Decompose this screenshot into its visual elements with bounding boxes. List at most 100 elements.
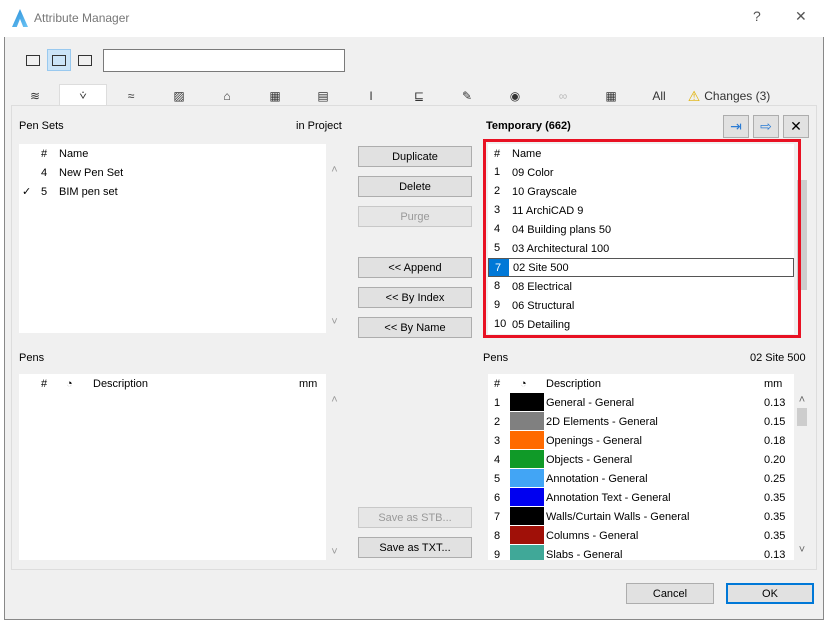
table-icon: ▦ (605, 89, 617, 103)
search-input[interactable] (103, 49, 345, 72)
view-right-button[interactable] (73, 49, 97, 71)
by-index-button[interactable]: << By Index (358, 287, 472, 308)
pen-row[interactable]: 1 General - General 0.13 (488, 393, 794, 412)
surface-icon: ⌂ (223, 89, 231, 103)
selected-set-label: 02 Site 500 (750, 352, 806, 364)
pen-color-swatch[interactable] (510, 412, 544, 430)
tab-all[interactable]: All (635, 86, 683, 106)
tab-building-material[interactable]: I (347, 86, 395, 106)
col-num: # (494, 377, 501, 390)
in-project-label: in Project (296, 120, 342, 132)
import-button[interactable]: ⇥ (723, 115, 749, 138)
pen-sets-scrollbar[interactable]: ˄ ˅ (326, 144, 343, 333)
pen-row[interactable]: 6 Annotation Text - General 0.35 (488, 488, 794, 507)
pen-color-swatch[interactable] (510, 469, 544, 487)
col-name[interactable]: Name (59, 148, 88, 160)
pen-icon: ⩒ (79, 88, 87, 102)
pen-color-swatch[interactable] (510, 545, 544, 560)
col-mm[interactable]: mm (764, 378, 782, 390)
tab-line-type[interactable]: ≈ (107, 86, 155, 106)
pen-num: 9 (494, 548, 501, 561)
tab-layers[interactable]: ≋ (11, 86, 59, 106)
fill-icon: ▨ (173, 89, 185, 103)
pen-row[interactable]: 5 Annotation - General 0.25 (488, 469, 794, 488)
pen-row[interactable]: 9 Slabs - General 0.13 (488, 545, 794, 560)
tab-table[interactable]: ▦ (587, 86, 635, 106)
tab-mep[interactable]: ◉ (491, 86, 539, 106)
col-num: # (41, 377, 48, 390)
tab-markup[interactable]: ✎ (443, 86, 491, 106)
profile-icon: ▤ (317, 89, 329, 103)
pen-color-swatch[interactable] (510, 450, 544, 468)
save-stb-button[interactable]: Save as STB... (358, 507, 472, 528)
pen-color-swatch[interactable] (510, 507, 544, 525)
pen-color-swatch[interactable] (510, 393, 544, 411)
temporary-pens-list[interactable]: # ◔ Description mm 1 General - General 0.1… (488, 374, 794, 560)
right-view-icon (78, 54, 92, 66)
pens-scrollbar-right[interactable]: ˄ ˅ (794, 374, 810, 560)
view-left-button[interactable] (21, 49, 45, 71)
delete-button[interactable]: Delete (358, 176, 472, 197)
pen-set-name: BIM pen set (59, 185, 118, 198)
ok-button[interactable]: OK (726, 583, 814, 604)
project-pens-list[interactable]: # ◔ Description mm (19, 374, 326, 560)
tab-link[interactable]: ∞ (539, 86, 587, 106)
pen-description: Openings - General (546, 434, 642, 447)
help-button[interactable]: ? (753, 8, 761, 24)
pen-color-swatch[interactable] (510, 526, 544, 544)
export-button[interactable]: ⇨ (753, 115, 779, 138)
by-name-button[interactable]: << By Name (358, 317, 472, 338)
pens-scrollbar[interactable]: ˄ ˅ (326, 374, 343, 560)
window-title: Attribute Manager (34, 11, 130, 25)
pen-row[interactable]: 7 Walls/Curtain Walls - General 0.35 (488, 507, 794, 526)
pen-width: 0.25 (764, 472, 786, 485)
view-both-button[interactable] (47, 49, 71, 71)
col-description[interactable]: Description (93, 378, 148, 390)
pen-color-swatch[interactable] (510, 431, 544, 449)
col-mm[interactable]: mm (299, 378, 317, 390)
composite-icon: ▦ (269, 89, 281, 103)
col-description[interactable]: Description (546, 378, 601, 390)
pen-width: 0.35 (764, 510, 786, 523)
tab-zone[interactable]: ⊑ (395, 86, 443, 106)
pen-row[interactable]: 3 Openings - General 0.18 (488, 431, 794, 450)
tab-fill[interactable]: ▨ (155, 86, 203, 106)
tab-pen[interactable]: ⩒ (59, 84, 107, 106)
pen-row[interactable]: 8 Columns - General 0.35 (488, 526, 794, 545)
close-file-button[interactable]: ✕ (783, 115, 809, 138)
tab-surface[interactable]: ⌂ (203, 86, 251, 106)
export-icon: ⇨ (760, 118, 772, 134)
pen-width: 0.13 (764, 396, 786, 409)
pen-color-swatch[interactable] (510, 488, 544, 506)
pen-num: 5 (494, 472, 501, 485)
purge-button[interactable]: Purge (358, 206, 472, 227)
zone-icon: ⊑ (413, 89, 425, 103)
duplicate-button[interactable]: Duplicate (358, 146, 472, 167)
color-wheel-icon: ◔ (520, 377, 527, 390)
markup-icon: ✎ (461, 89, 473, 103)
pen-set-row[interactable]: 4 New Pen Set (19, 163, 326, 182)
pen-width: 0.35 (764, 491, 786, 504)
archicad-logo-icon (12, 9, 28, 27)
save-txt-button[interactable]: Save as TXT... (358, 537, 472, 558)
col-num: # (41, 147, 48, 160)
pen-set-row[interactable]: ✓ 5 BIM pen set (19, 182, 326, 201)
pen-width: 0.15 (764, 415, 786, 428)
line-type-icon: ≈ (127, 89, 135, 103)
project-pen-sets-list[interactable]: # Name 4 New Pen Set ✓ 5 BIM pen set (19, 144, 326, 333)
temporary-title: Temporary (662) (486, 120, 571, 132)
title-bar: Attribute Manager ? ✕ (0, 0, 828, 37)
tab-changes[interactable]: ⚠ Changes (3) (683, 86, 775, 106)
cancel-button[interactable]: Cancel (626, 583, 714, 604)
pen-row[interactable]: 2 2D Elements - General 0.15 (488, 412, 794, 431)
pen-set-num: 4 (41, 166, 48, 179)
close-button[interactable]: ✕ (795, 8, 807, 25)
tab-all-label: All (652, 89, 666, 103)
tab-profile[interactable]: ▤ (299, 86, 347, 106)
close-icon: ✕ (790, 118, 802, 134)
tab-composite[interactable]: ▦ (251, 86, 299, 106)
pen-row[interactable]: 4 Objects - General 0.20 (488, 450, 794, 469)
append-button[interactable]: << Append (358, 257, 472, 278)
mep-icon: ◉ (509, 89, 521, 103)
building-material-icon: I (369, 89, 373, 103)
